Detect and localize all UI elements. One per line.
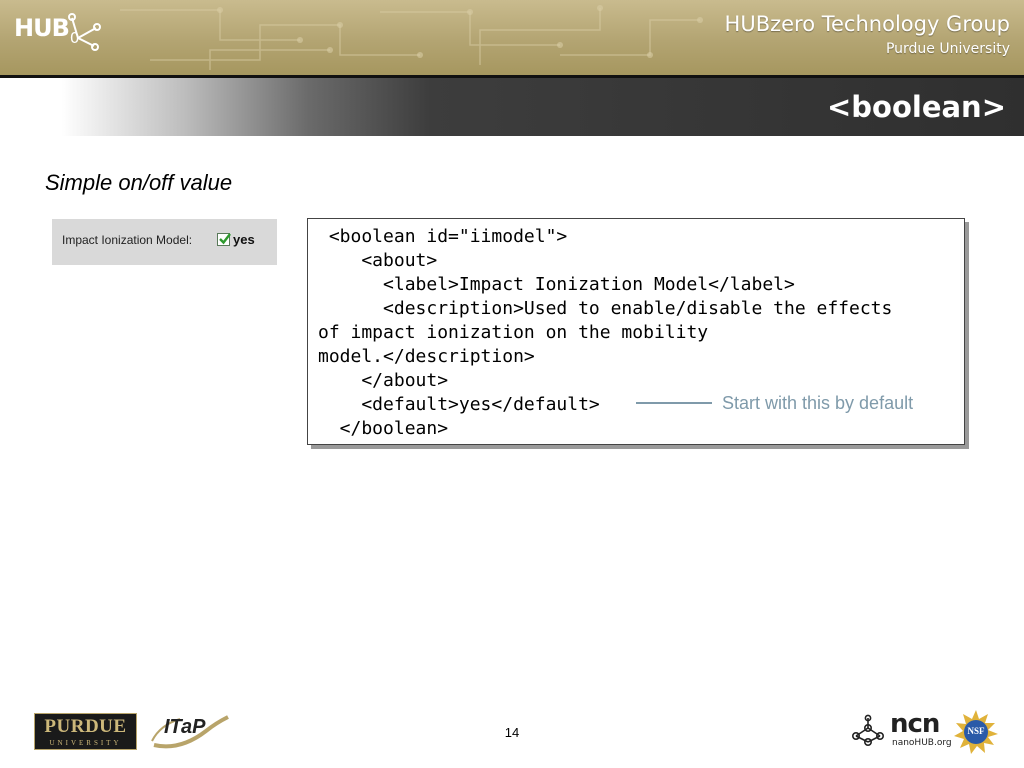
code-line: <default>yes</default>: [318, 394, 600, 415]
slide-subtitle: Simple on/off value: [45, 170, 233, 195]
code-line: <description>Used to enable/disable the …: [318, 298, 893, 319]
code-line: <about>: [318, 250, 438, 271]
ncn-logo-sub: nanoHUB.org: [892, 738, 952, 748]
code-line: of impact ionization on the mobility: [318, 322, 709, 343]
callout-connector: [636, 402, 712, 404]
purdue-logo: PURDUE UNIVERSITY: [34, 713, 137, 750]
code-line: model.</description>: [318, 346, 535, 367]
slide-title: <boolean>: [826, 90, 1006, 124]
nsf-logo-text: NSF: [967, 726, 985, 736]
boolean-widget-preview: Impact Ionization Model: yes: [52, 219, 277, 265]
ncn-network-icon: [851, 714, 884, 746]
purdue-logo-university: UNIVERSITY: [49, 739, 122, 747]
preview-value: yes: [233, 232, 255, 247]
hub-logo-text: HUB: [14, 14, 70, 42]
checkbox[interactable]: [217, 233, 231, 246]
code-line: <boolean id="iimodel">: [318, 226, 568, 247]
code-line: </boolean>: [318, 418, 449, 439]
preview-label: Impact Ionization Model:: [62, 233, 193, 247]
page-number: 14: [504, 725, 520, 740]
org-subtitle: Purdue University: [885, 41, 1010, 57]
hub-network-icon: [68, 13, 101, 51]
check-icon: [219, 233, 231, 245]
callout-text: Start with this by default: [722, 393, 914, 413]
header-banner: HUB0 HUBzero Technology Group Purdue Uni…: [0, 0, 1024, 75]
itap-logo: ITaP: [164, 716, 206, 738]
purdue-logo-name: PURDUE: [44, 716, 127, 737]
code-line: <label>Impact Ionization Model</label>: [318, 274, 795, 295]
code-line: </about>: [318, 370, 449, 391]
ncn-logo: ncn: [890, 709, 940, 739]
org-title: HUBzero Technology Group: [724, 12, 1010, 36]
